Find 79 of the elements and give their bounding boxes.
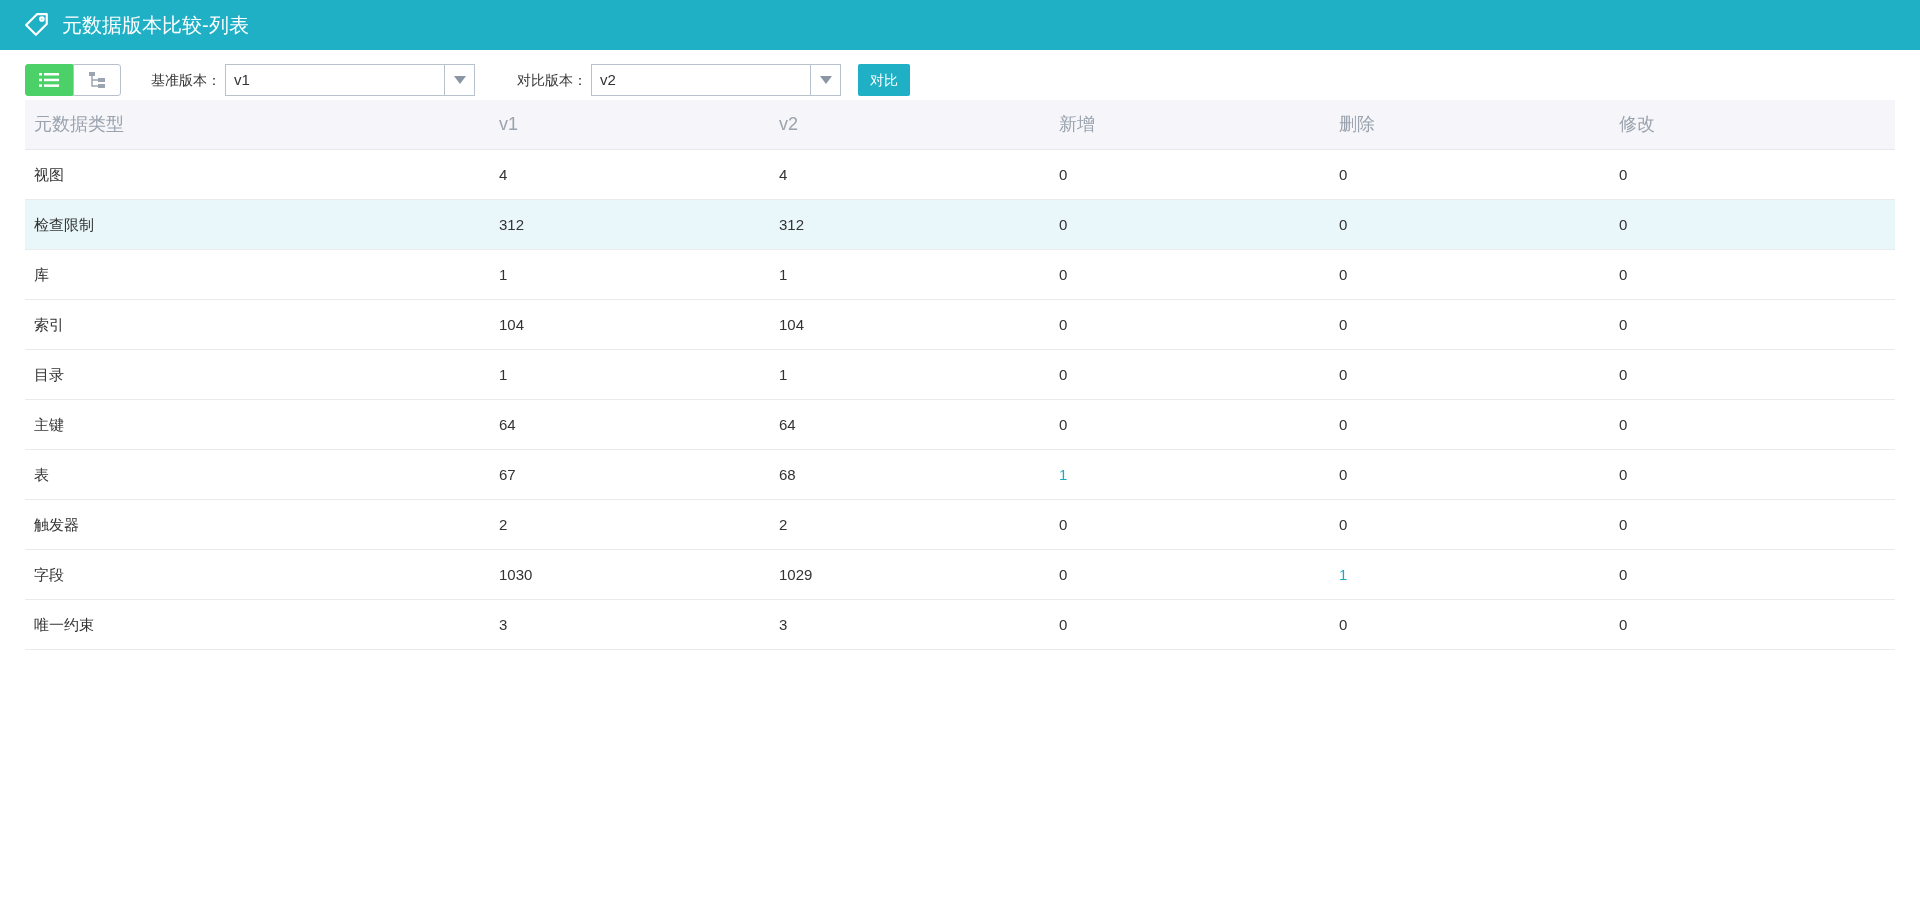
table-cell: 0 — [1339, 465, 1348, 483]
table-cell: 库 — [34, 265, 49, 283]
select-label: 基准版本： — [151, 70, 221, 90]
table-cell: 0 — [1339, 615, 1348, 633]
table-cell: 312 — [779, 215, 805, 233]
table-cell: 0 — [1059, 165, 1068, 183]
table-cell: 104 — [499, 315, 525, 333]
table-cell: 0 — [1619, 465, 1628, 483]
table-cell: 0 — [1339, 165, 1348, 183]
base-version-select[interactable]: v1 — [225, 64, 475, 96]
table-cell: 索引 — [34, 315, 64, 333]
table-cell: 0 — [1059, 615, 1068, 633]
table-cell: 0 — [1339, 415, 1348, 433]
table-cell: 1 — [499, 365, 508, 383]
count-link[interactable]: 1 — [1339, 565, 1348, 583]
table-cell: 触发器 — [34, 515, 79, 533]
table-cell: 0 — [1339, 265, 1348, 283]
table-cell: 0 — [1339, 365, 1348, 383]
table-cell: 0 — [1619, 315, 1628, 333]
table-cell: 64 — [779, 415, 796, 433]
table-cell: 0 — [1059, 565, 1068, 583]
table-cell: 字段 — [34, 565, 64, 583]
table-cell: 0 — [1619, 615, 1628, 633]
tree-view-button[interactable] — [73, 64, 121, 96]
table-cell: 0 — [1059, 215, 1068, 233]
table-cell: 1 — [779, 265, 788, 283]
tree-icon — [88, 71, 106, 89]
table-cell: 312 — [499, 215, 525, 233]
table-cell: 67 — [499, 465, 516, 483]
table-cell: 4 — [499, 165, 508, 183]
table-cell: 表 — [34, 465, 49, 483]
dropdown-caret-icon — [819, 76, 832, 84]
table-cell: 4 — [779, 165, 788, 183]
table-cell: 0 — [1619, 515, 1628, 533]
table-cell: 0 — [1619, 215, 1628, 233]
table-cell: 64 — [499, 415, 516, 433]
compare-button[interactable]: 对比 — [858, 64, 910, 96]
column-header: 元数据类型 — [34, 114, 124, 134]
table-cell: 3 — [499, 615, 508, 633]
tag-icon — [24, 12, 50, 38]
dropdown-caret-icon — [453, 76, 466, 84]
column-header: 新增 — [1059, 114, 1095, 134]
table-cell: 0 — [1339, 215, 1348, 233]
list-icon — [39, 72, 59, 88]
table-cell: 0 — [1619, 415, 1628, 433]
table-cell: 0 — [1059, 365, 1068, 383]
table-cell: 3 — [779, 615, 788, 633]
column-header: v2 — [779, 114, 798, 134]
table-cell: 1 — [779, 365, 788, 383]
table-cell: 1030 — [499, 565, 533, 583]
table-cell: 68 — [779, 465, 796, 483]
table-cell: 0 — [1059, 265, 1068, 283]
list-view-button[interactable] — [25, 64, 73, 96]
table-cell: 2 — [779, 515, 788, 533]
table-cell: 0 — [1619, 165, 1628, 183]
compare-version-select[interactable]: v2 — [591, 64, 841, 96]
table-cell: 0 — [1059, 315, 1068, 333]
table-cell: 视图 — [34, 165, 64, 183]
table-cell: 0 — [1339, 315, 1348, 333]
table-cell: 0 — [1619, 365, 1628, 383]
table-cell: 1 — [499, 265, 508, 283]
column-header: 修改 — [1619, 114, 1655, 134]
table-cell: 1029 — [779, 565, 813, 583]
table-cell: 0 — [1059, 515, 1068, 533]
table-cell: 0 — [1619, 565, 1628, 583]
table-cell: 唯一约束 — [34, 615, 94, 633]
column-header: v1 — [499, 114, 518, 134]
table-cell: 检查限制 — [34, 215, 94, 233]
table-cell: 0 — [1339, 515, 1348, 533]
count-link[interactable]: 1 — [1059, 465, 1068, 483]
table-cell: 0 — [1619, 265, 1628, 283]
table-cell: 2 — [499, 515, 508, 533]
page-title: 元数据版本比较-列表 — [62, 13, 249, 38]
column-header: 删除 — [1339, 114, 1375, 134]
table-cell: 主键 — [34, 415, 64, 433]
table-cell: 0 — [1059, 415, 1068, 433]
select-label: 对比版本： — [517, 70, 587, 90]
table-cell: 104 — [779, 315, 805, 333]
table-cell: 目录 — [34, 365, 64, 383]
